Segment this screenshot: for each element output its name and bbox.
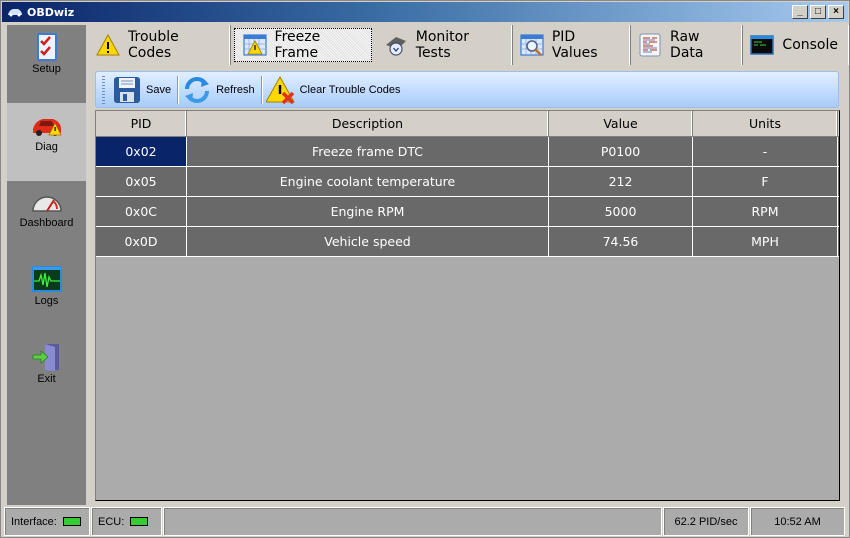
toolbar: Save Refresh Clear Trouble Codes: [95, 71, 839, 108]
monitor-test-icon: [385, 37, 406, 56]
cell-pid[interactable]: 0x02: [96, 137, 187, 166]
cell-pid[interactable]: 0x0D: [96, 227, 187, 256]
status-bar: Interface: ECU: 62.2 PID/sec 10:52 AM: [4, 507, 847, 536]
table-row[interactable]: 0x02 Freeze frame DTC P0100 -: [96, 137, 839, 167]
tab-pid-values[interactable]: PID Values: [512, 25, 631, 65]
pid-rate: 62.2 PID/sec: [663, 507, 749, 536]
sidebar-item-label: Setup: [32, 63, 61, 75]
column-header-pid[interactable]: PID: [96, 111, 187, 136]
refresh-button[interactable]: Refresh: [178, 73, 261, 107]
sidebar-item-logs[interactable]: Logs: [7, 259, 86, 337]
car-logo-icon: [8, 9, 22, 17]
sidebar-item-label: Exit: [37, 373, 56, 385]
window-title: OBDwiz: [27, 5, 75, 19]
cell-value[interactable]: 5000: [549, 197, 693, 226]
interface-status: Interface:: [4, 507, 90, 536]
cell-units[interactable]: RPM: [693, 197, 838, 226]
main-tabs: Trouble Codes Freeze Frame Monitor Tests: [89, 25, 849, 65]
ecu-label: ECU:: [98, 515, 125, 528]
oscilloscope-icon: [32, 266, 62, 292]
cell-units[interactable]: MPH: [693, 227, 838, 256]
sidebar-item-label: Dashboard: [19, 217, 74, 229]
sidebar-item-setup[interactable]: Setup: [7, 25, 86, 103]
sidebar-item-diag[interactable]: Diag: [7, 103, 86, 181]
sidebar: Setup Diag Dashboard Logs Exit: [7, 25, 86, 505]
column-header-description[interactable]: Description: [187, 111, 549, 136]
cell-pid[interactable]: 0x0C: [96, 197, 187, 226]
ecu-led-icon: [130, 517, 149, 526]
tab-label: PID Values: [551, 29, 598, 61]
gauge-icon: [32, 196, 62, 212]
sidebar-item-label: Diag: [35, 141, 58, 153]
close-button[interactable]: ×: [828, 5, 844, 19]
tab-label: Raw Data: [670, 29, 704, 61]
ecu-status: ECU:: [91, 507, 162, 536]
sidebar-item-exit[interactable]: Exit: [7, 337, 86, 415]
raw-data-icon: [639, 33, 661, 57]
sidebar-item-label: Logs: [34, 295, 59, 307]
sidebar-item-dashboard[interactable]: Dashboard: [7, 181, 86, 259]
freeze-frame-icon: [242, 34, 267, 56]
cell-units[interactable]: -: [693, 137, 838, 166]
clear-trouble-codes-label: Clear Trouble Codes: [299, 83, 401, 96]
tab-monitor-tests[interactable]: Monitor Tests: [376, 25, 512, 65]
save-label: Save: [146, 83, 172, 96]
toolbar-grip[interactable]: [102, 75, 105, 104]
tab-trouble-codes[interactable]: Trouble Codes: [89, 25, 230, 65]
cell-description[interactable]: Engine RPM: [187, 197, 549, 226]
clear-warning-icon: [265, 75, 295, 104]
cell-value[interactable]: 74.56: [549, 227, 693, 256]
table-row[interactable]: 0x05 Engine coolant temperature 212 F: [96, 167, 839, 197]
freeze-frame-grid: PID Description Value Units 0x02 Freeze …: [95, 110, 840, 501]
clock: 10:52 AM: [750, 507, 845, 536]
interface-led-icon: [62, 517, 81, 526]
refresh-icon: [185, 76, 210, 103]
warning-icon: [96, 33, 120, 56]
tab-label: Console: [782, 37, 838, 53]
cell-pid[interactable]: 0x05: [96, 167, 187, 196]
console-icon: [750, 35, 775, 55]
table-row[interactable]: 0x0D Vehicle speed 74.56 MPH: [96, 227, 839, 257]
app-window: OBDwiz _ □ × Setup Diag Dashboard Logs E…: [0, 0, 850, 538]
cell-value[interactable]: 212: [549, 167, 693, 196]
grid-header: PID Description Value Units: [96, 111, 839, 137]
cell-description[interactable]: Vehicle speed: [187, 227, 549, 256]
cell-value[interactable]: P0100: [549, 137, 693, 166]
table-row[interactable]: 0x0C Engine RPM 5000 RPM: [96, 197, 839, 227]
checklist-icon: [37, 33, 57, 61]
car-warning-icon: [33, 119, 62, 136]
floppy-disk-icon: [114, 76, 140, 103]
save-button[interactable]: Save: [108, 73, 177, 107]
tab-freeze-frame[interactable]: Freeze Frame: [233, 28, 372, 62]
interface-label: Interface:: [11, 515, 57, 528]
refresh-label: Refresh: [216, 83, 255, 96]
clear-trouble-codes-button[interactable]: Clear Trouble Codes: [262, 73, 407, 107]
exit-door-icon: [32, 344, 59, 371]
tab-raw-data[interactable]: Raw Data: [630, 25, 743, 65]
tab-console[interactable]: Console: [742, 25, 849, 65]
minimize-button[interactable]: _: [792, 5, 808, 19]
cell-description[interactable]: Engine coolant temperature: [187, 167, 549, 196]
cell-units[interactable]: F: [693, 167, 838, 196]
tab-label: Monitor Tests: [415, 29, 469, 61]
column-header-units[interactable]: Units: [693, 111, 838, 136]
cell-description[interactable]: Freeze frame DTC: [187, 137, 549, 166]
pid-search-icon: [520, 34, 544, 56]
tab-label: Freeze Frame: [274, 29, 321, 61]
title-bar[interactable]: OBDwiz _ □ ×: [2, 2, 848, 22]
maximize-button[interactable]: □: [810, 5, 826, 19]
column-header-value[interactable]: Value: [549, 111, 693, 136]
tab-label: Trouble Codes: [128, 29, 179, 61]
status-spacer: [163, 507, 662, 536]
